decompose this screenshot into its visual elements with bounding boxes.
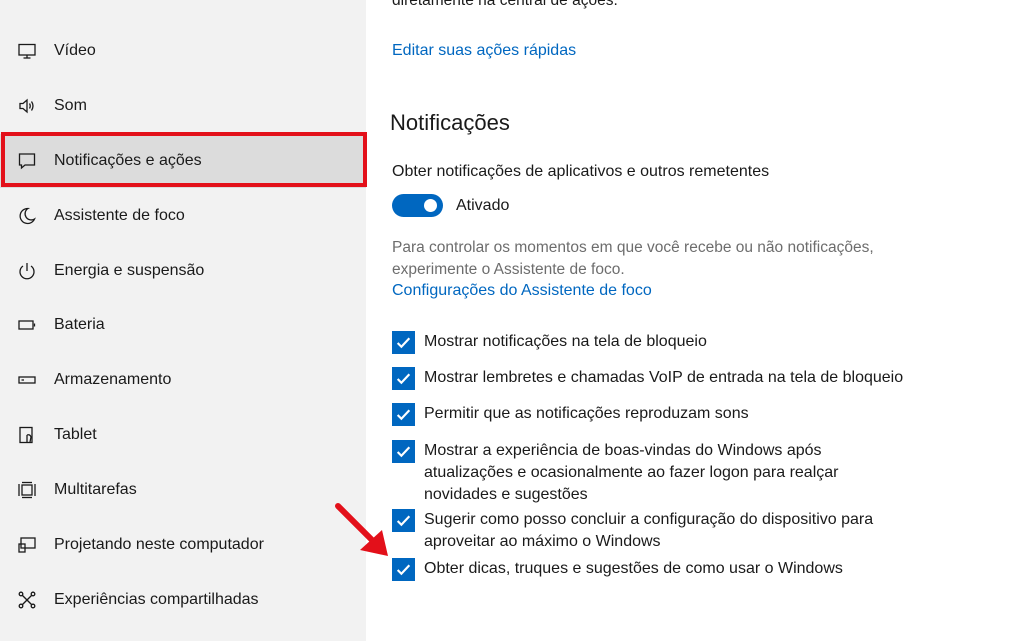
arrow-icon xyxy=(335,503,388,556)
checkbox[interactable] xyxy=(392,331,415,354)
focus-assist-settings-link[interactable]: Configurações do Assistente de foco xyxy=(392,282,652,300)
check-icon xyxy=(396,373,411,385)
check-icon xyxy=(396,564,411,576)
checkbox[interactable] xyxy=(392,403,415,426)
sidebar-item-label: Tablet xyxy=(54,426,97,443)
sidebar-item-tablet[interactable]: Tablet xyxy=(0,408,366,462)
sidebar-item-battery[interactable]: Bateria xyxy=(0,298,366,352)
sidebar-item-label: Projetando neste computador xyxy=(54,536,264,553)
storage-icon xyxy=(17,370,37,390)
checkbox-label: Mostrar lembretes e chamadas VoIP de ent… xyxy=(424,369,904,386)
settings-window: Vídeo Som Notificações e ações Assistent… xyxy=(0,0,1024,641)
power-icon xyxy=(17,261,37,281)
sidebar-item-video[interactable]: Vídeo xyxy=(0,24,366,78)
sidebar-item-multitasking[interactable]: Multitarefas xyxy=(0,463,366,517)
message-icon xyxy=(17,151,37,171)
main-content: diretamente na central de ações. Editar … xyxy=(366,0,1024,641)
sidebar-item-storage[interactable]: Armazenamento xyxy=(0,353,366,407)
checkbox-label: Obter dicas, truques e sugestões de como… xyxy=(424,560,843,577)
toggle-knob xyxy=(424,199,437,212)
sidebar-item-label: Som xyxy=(54,97,87,114)
section-title: Notificações xyxy=(390,110,510,135)
battery-icon xyxy=(17,315,37,335)
checkbox-label: Permitir que as notificações reproduzam … xyxy=(424,405,749,422)
check-icon xyxy=(396,446,411,458)
checkbox-label: Mostrar a experiência de boas-vindas do … xyxy=(424,442,839,503)
check-icon xyxy=(396,409,411,421)
multitask-icon xyxy=(17,480,37,500)
checkbox-label: Sugerir como posso concluir a configuraç… xyxy=(424,511,874,550)
quick-actions-description: diretamente na central de ações. xyxy=(392,0,618,9)
checkbox[interactable] xyxy=(392,509,415,532)
notifications-setting-label: Obter notificações de aplicativos e outr… xyxy=(392,163,770,180)
checkbox[interactable] xyxy=(392,558,415,581)
checkbox-label: Mostrar notificações na tela de bloqueio xyxy=(424,333,707,350)
share-icon xyxy=(17,590,37,610)
sidebar: Vídeo Som Notificações e ações Assistent… xyxy=(0,0,367,641)
speaker-icon xyxy=(17,96,37,116)
check-icon xyxy=(396,337,411,349)
edit-quick-actions-link[interactable]: Editar suas ações rápidas xyxy=(392,42,576,60)
sidebar-item-projecting[interactable]: Projetando neste computador xyxy=(0,518,366,572)
sidebar-item-shared-experiences[interactable]: Experiências compartilhadas xyxy=(0,573,366,627)
focus-description: Para controlar os momentos em que você r… xyxy=(392,239,874,278)
sidebar-item-label: Armazenamento xyxy=(54,371,172,388)
notifications-toggle[interactable] xyxy=(392,194,443,217)
sidebar-item-label: Experiências compartilhadas xyxy=(54,591,259,608)
sidebar-item-label: Multitarefas xyxy=(54,481,137,498)
sidebar-item-label: Notificações e ações xyxy=(54,152,202,169)
monitor-icon xyxy=(17,41,37,61)
sidebar-item-sound[interactable]: Som xyxy=(0,79,366,133)
sidebar-item-label: Energia e suspensão xyxy=(54,262,205,279)
sidebar-item-label: Vídeo xyxy=(54,42,96,59)
project-icon xyxy=(17,535,37,555)
sidebar-item-label: Assistente de foco xyxy=(54,207,185,224)
check-icon xyxy=(396,515,411,527)
sidebar-item-notifications[interactable]: Notificações e ações xyxy=(0,134,366,188)
toggle-state-label: Ativado xyxy=(456,197,510,214)
sidebar-item-focus-assist[interactable]: Assistente de foco xyxy=(0,189,366,243)
checkbox[interactable] xyxy=(392,440,415,463)
tablet-icon xyxy=(17,425,37,445)
moon-icon xyxy=(17,206,37,226)
sidebar-item-power-sleep[interactable]: Energia e suspensão xyxy=(0,244,366,298)
sidebar-item-label: Bateria xyxy=(54,316,105,333)
checkbox[interactable] xyxy=(392,367,415,390)
